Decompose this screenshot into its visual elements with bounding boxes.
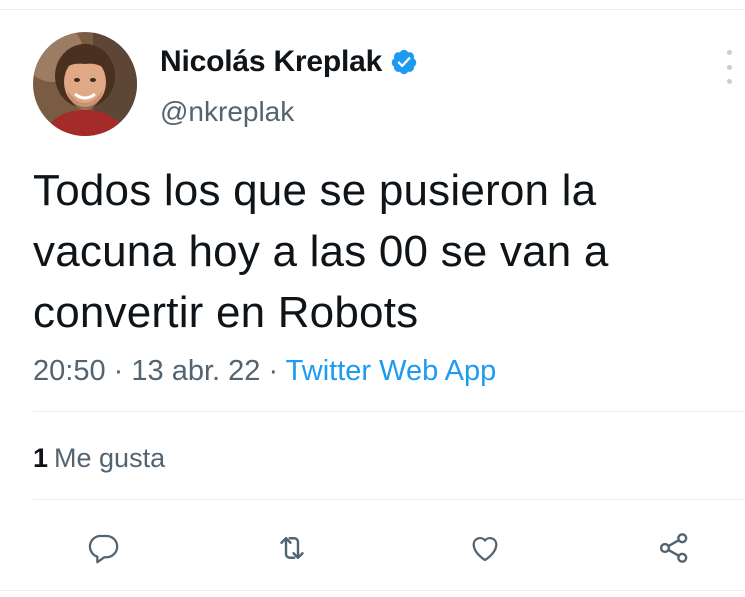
dot xyxy=(726,50,732,55)
author-handle[interactable]: @nkreplak xyxy=(160,95,294,129)
like-button[interactable] xyxy=(459,522,511,574)
likes-count: 1 xyxy=(33,443,49,473)
bottom-divider xyxy=(0,590,745,591)
divider xyxy=(33,499,745,500)
tweet-source-link[interactable]: Twitter Web App xyxy=(286,355,497,387)
meta-separator: · xyxy=(113,355,124,387)
dot xyxy=(726,64,732,70)
more-options-icon[interactable] xyxy=(719,50,739,84)
tweet-card: Nicolás Kreplak @nkreplak Todos los que … xyxy=(0,0,745,597)
top-divider xyxy=(0,9,745,10)
tweet-text: Todos los que se pusieron la vacuna hoy … xyxy=(33,166,609,337)
reply-button[interactable] xyxy=(77,522,129,574)
share-icon xyxy=(659,533,688,563)
likes-label: Me gusta xyxy=(54,443,166,473)
author-display-name[interactable]: Nicolás Kreplak xyxy=(160,44,382,80)
tweet-date[interactable]: 13 abr. 22 xyxy=(131,355,260,387)
divider xyxy=(33,411,745,412)
tweet-time[interactable]: 20:50 xyxy=(33,355,106,387)
retweet-button[interactable] xyxy=(266,522,318,574)
retweet-icon xyxy=(280,537,304,559)
action-bar xyxy=(0,522,745,574)
verified-badge-icon xyxy=(390,48,418,76)
likes-stat[interactable]: 1 Me gusta xyxy=(33,441,165,475)
dot xyxy=(726,79,732,84)
share-button[interactable] xyxy=(648,522,700,574)
reply-icon xyxy=(88,534,119,564)
meta-separator: · xyxy=(268,355,279,387)
tweet-meta: 20:50 · 13 abr. 22 · Twitter Web App xyxy=(33,353,496,389)
heart-icon xyxy=(472,537,498,562)
author-name-row[interactable]: Nicolás Kreplak xyxy=(160,44,418,80)
avatar[interactable] xyxy=(33,32,137,136)
